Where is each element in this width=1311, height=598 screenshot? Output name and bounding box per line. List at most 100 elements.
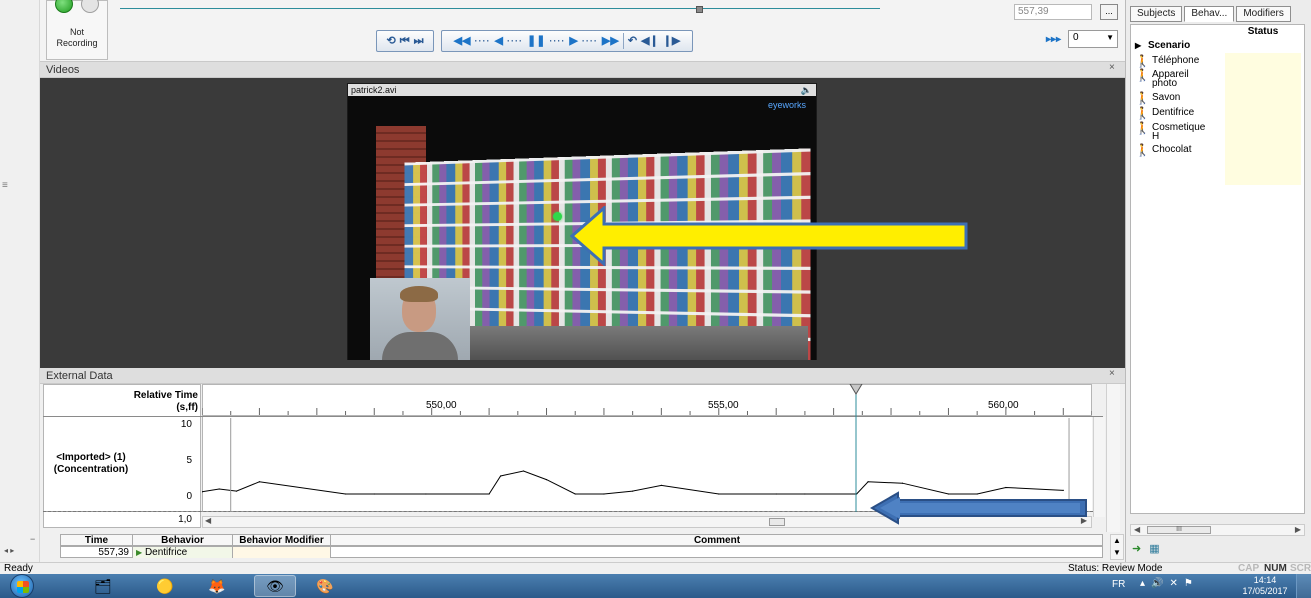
- relative-time-label: Relative Time (s,ff): [133, 390, 198, 413]
- fast-rewind-icon[interactable]: ◀◀: [454, 35, 471, 47]
- step-back-icon[interactable]: ◀❙: [641, 35, 659, 47]
- num-lock-indicator: NUM: [1264, 563, 1287, 574]
- status-column-header[interactable]: Status: [1221, 26, 1305, 37]
- chrome-icon[interactable]: 🟡: [144, 575, 186, 597]
- record-stop-icon[interactable]: [81, 0, 99, 13]
- paint-icon[interactable]: 🎨: [304, 575, 346, 597]
- dots-icon: ····: [506, 36, 523, 46]
- tab-behaviors[interactable]: Behav...: [1184, 6, 1235, 22]
- column-header-time[interactable]: Time: [61, 535, 133, 546]
- tab-subjects[interactable]: Subjects: [1130, 6, 1183, 22]
- cell-behavior-modifier[interactable]: [233, 547, 331, 558]
- dots-icon: ····: [581, 36, 598, 46]
- timeline-thumb[interactable]: [696, 6, 703, 13]
- videos-close-icon[interactable]: ×: [1109, 62, 1115, 73]
- scroll-left-icon[interactable]: ◀: [1134, 525, 1140, 534]
- plot-vertical-scrollbar[interactable]: [1093, 417, 1105, 517]
- pause-icon[interactable]: ❚❚: [527, 35, 545, 47]
- behavior-item[interactable]: 🚶 Savon: [1135, 91, 1225, 105]
- concentration-data-point: [258, 481, 261, 483]
- clock[interactable]: 14:14 17/05/2017: [1240, 575, 1290, 597]
- rewind-icon[interactable]: ◀: [495, 35, 503, 47]
- timeline-track[interactable]: [120, 8, 880, 9]
- behavior-item[interactable]: 🚶 Appareil photo: [1135, 69, 1225, 89]
- gaze-point: [553, 212, 562, 221]
- concentration-data-point: [373, 493, 375, 495]
- scenario-group[interactable]: ▶ Scenario: [1135, 40, 1190, 51]
- behavior-item[interactable]: 🚶 Dentifrice: [1135, 107, 1225, 119]
- concentration-data-point: [574, 493, 576, 495]
- tab-modifiers[interactable]: Modifiers: [1236, 6, 1291, 22]
- behavior-item-label: Chocolat: [1152, 144, 1192, 155]
- expand-arrow-icon[interactable]: ▶: [1135, 41, 1141, 50]
- concentration-data-point: [775, 493, 777, 495]
- scroll-thumb[interactable]: III: [1147, 526, 1211, 534]
- playback-toolbar: Not Recording 557,39 ... ⟲ ⏮ ⏭ ◀◀ ···· ◀…: [40, 0, 1125, 62]
- language-indicator[interactable]: FR: [1112, 579, 1125, 590]
- concentration-data-point: [545, 479, 548, 481]
- status-ready-text: Ready: [4, 563, 33, 574]
- concentration-data-point: [522, 470, 525, 472]
- concentration-data-point: [804, 493, 806, 495]
- behavior-item[interactable]: 🚶 Téléphone: [1135, 54, 1225, 68]
- cell-behavior[interactable]: ▶ Dentifrice: [133, 547, 233, 558]
- column-header-behavior-modifier[interactable]: Behavior Modifier: [233, 535, 331, 546]
- videos-panel-header: Videos: [40, 62, 1125, 78]
- table-row[interactable]: 557,39 ▶ Dentifrice: [60, 546, 1103, 558]
- external-data-vertical-scrollbar[interactable]: [1106, 384, 1120, 532]
- tray-icons[interactable]: ▴🔊✕⚑: [1140, 578, 1199, 589]
- behavior-item-label: Téléphone: [1152, 55, 1200, 66]
- y-tick-label: 0: [186, 491, 192, 502]
- behavior-item[interactable]: 🚶 Cosmetique H: [1135, 122, 1225, 142]
- last-frame-icon[interactable]: ⏭: [414, 35, 424, 47]
- show-desktop-button[interactable]: [1296, 574, 1311, 598]
- time-cursor-handle[interactable]: [849, 384, 863, 395]
- behavior-item-label: Savon: [1152, 92, 1181, 103]
- y-tick-label: 10: [180, 419, 192, 430]
- scroll-thumb[interactable]: [769, 518, 785, 526]
- behavior-item-label: Cosmetique H: [1152, 122, 1206, 142]
- play-icon[interactable]: ▶: [569, 35, 577, 47]
- chevron-down-icon: ▼: [1106, 33, 1114, 42]
- dots-icon: ····: [549, 36, 566, 46]
- sync-icon[interactable]: ⟲: [386, 35, 395, 47]
- folder-icon[interactable]: 🗂: [82, 575, 124, 597]
- concentration-data-point: [660, 484, 662, 486]
- splitter-grip-icon[interactable]: ≡: [2, 180, 8, 191]
- step-forward-icon[interactable]: ❙▶: [663, 35, 681, 47]
- column-header-comment[interactable]: Comment: [331, 535, 1103, 546]
- walking-person-icon: 🚶: [1135, 54, 1150, 68]
- external-data-close-icon[interactable]: ×: [1109, 368, 1115, 379]
- webcam-person-body: [382, 332, 458, 360]
- playback-speed-select[interactable]: 0 ▼: [1068, 30, 1118, 48]
- behavior-list: Status ▶ Scenario 🚶 Téléphone 🚶 Appareil p…: [1130, 24, 1305, 514]
- first-frame-icon[interactable]: ⏮: [400, 35, 410, 47]
- add-behavior-icon[interactable]: ➜: [1132, 543, 1141, 555]
- behavior-item[interactable]: 🚶 Chocolat: [1135, 144, 1225, 156]
- taskbar: 🗂 🟡 🦊 👁 🎨 FR ▴🔊✕⚑ 14:14 17/05/2017: [0, 574, 1311, 598]
- undo-icon[interactable]: ↶: [628, 35, 637, 47]
- eye-tracker-icon[interactable]: 👁: [254, 575, 296, 597]
- concentration-data-point: [425, 493, 427, 495]
- firefox-icon[interactable]: 🦊: [196, 575, 238, 597]
- table-vertical-scrollbar[interactable]: ▲ ▼: [1110, 534, 1124, 560]
- column-header-behavior[interactable]: Behavior: [133, 535, 233, 546]
- fast-forward-icon[interactable]: ▶▶: [602, 35, 619, 47]
- left-gutter: [0, 0, 40, 562]
- scroll-right-icon[interactable]: ▶: [1295, 525, 1301, 534]
- collapse-icon[interactable]: −: [30, 534, 35, 544]
- record-start-icon[interactable]: [55, 0, 73, 13]
- behavior-list-horizontal-scrollbar[interactable]: ◀ III ▶: [1130, 524, 1305, 536]
- cell-time[interactable]: 557,39: [61, 547, 133, 558]
- walking-person-icon: 🚶: [1135, 91, 1150, 105]
- pane-arrows-icon[interactable]: ◂ ▸: [4, 546, 14, 555]
- speaker-icon[interactable]: 🔈: [801, 84, 812, 96]
- time-options-button[interactable]: ...: [1100, 4, 1118, 20]
- concentration-data-point: [218, 488, 220, 490]
- start-button[interactable]: [10, 574, 34, 598]
- status-bar: Ready Status: Review Mode CAP NUM SCRL: [0, 562, 1311, 574]
- current-time-field[interactable]: 557,39: [1014, 4, 1092, 20]
- add-group-icon[interactable]: ▦: [1149, 543, 1159, 555]
- scroll-left-icon[interactable]: ◀: [205, 516, 211, 525]
- scroll-lock-indicator: SCRL: [1290, 563, 1311, 574]
